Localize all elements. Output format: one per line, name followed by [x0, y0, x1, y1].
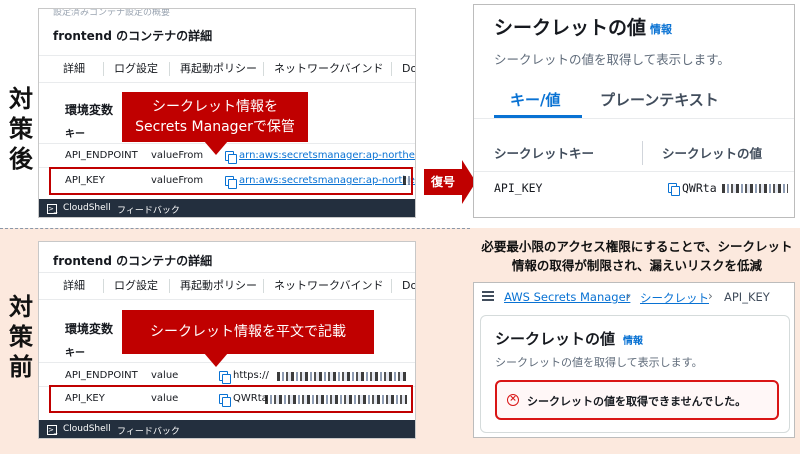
- menu-icon[interactable]: [482, 291, 494, 301]
- env-vars-title: 環境変数: [65, 322, 114, 336]
- tab-network-binding[interactable]: ネットワークバインド: [263, 279, 383, 293]
- console-footer: >_ CloudShell フィードバック: [39, 420, 415, 438]
- page-title: シークレットの値: [495, 330, 616, 348]
- highlight-box: [49, 385, 413, 413]
- tab-details[interactable]: 詳細: [53, 279, 85, 293]
- decode-arrow: 復号: [424, 169, 462, 195]
- info-link[interactable]: 情報: [650, 21, 672, 37]
- secret-value-container: シークレットの値 情報 シークレットの値を取得して表示します。 × シークレット…: [480, 315, 790, 433]
- label-before: 対 策 前: [9, 293, 33, 381]
- env-type: valueFrom: [151, 150, 204, 161]
- tab-plaintext[interactable]: プレーンテキスト: [600, 89, 719, 110]
- tab-docker[interactable]: Doc: [391, 279, 415, 293]
- panel-title: frontend のコンテナの詳細: [53, 29, 213, 43]
- cloudshell-icon[interactable]: >_: [47, 425, 57, 435]
- secret-key-cell: API_KEY: [494, 181, 543, 195]
- cloudshell-link[interactable]: CloudShell: [63, 203, 111, 213]
- feedback-link[interactable]: フィードバック: [117, 203, 180, 216]
- callout-after: シークレット情報を Secrets Managerで保管: [122, 92, 308, 142]
- secret-error-panel: AWS Secrets Manager › シークレット › API_KEY シ…: [473, 282, 795, 438]
- callout-tail: [204, 353, 228, 367]
- panel-top-cut-text: 設定済みコンテナ設定の概要: [53, 8, 171, 18]
- env-key-api-endpoint: API_ENDPOINT: [65, 150, 138, 161]
- env-type: value: [151, 370, 179, 381]
- cloudshell-icon[interactable]: >_: [47, 204, 57, 214]
- tab-network-binding[interactable]: ネットワークバインド: [263, 62, 383, 76]
- tab-restart-policy[interactable]: 再起動ポリシー: [169, 279, 257, 293]
- section-divider: [0, 228, 470, 229]
- copy-icon[interactable]: [668, 183, 680, 196]
- detail-tabs: 詳細 ログ設定 再起動ポリシー ネットワークバインド Doc: [39, 55, 415, 83]
- panel-title: frontend のコンテナの詳細: [53, 254, 213, 268]
- redacted-value: [277, 372, 407, 381]
- breadcrumb-api-key: API_KEY: [724, 290, 770, 304]
- key-column-header: キー: [65, 129, 85, 140]
- console-footer: >_ CloudShell フィードバック: [39, 199, 415, 217]
- secret-value-panel: シークレットの値 情報 シークレットの値を取得して表示します。 キー/値 プレー…: [473, 4, 795, 218]
- page-title: シークレットの値: [494, 17, 647, 39]
- tab-log-settings[interactable]: ログ設定: [103, 62, 158, 76]
- tabs-divider: [474, 118, 794, 119]
- breadcrumb-secrets-manager[interactable]: AWS Secrets Manager: [504, 290, 630, 304]
- env-value: https://: [233, 370, 269, 381]
- row-divider: [474, 171, 794, 172]
- feedback-link[interactable]: フィードバック: [117, 424, 180, 437]
- tab-log-settings[interactable]: ログ設定: [103, 279, 158, 293]
- page-description: シークレットの値を取得して表示します。: [495, 356, 703, 369]
- tab-docker[interactable]: Doc: [391, 62, 415, 76]
- breadcrumb-chevron-icon: ›: [708, 289, 713, 303]
- error-icon: ×: [507, 394, 519, 406]
- cloudshell-link[interactable]: CloudShell: [63, 424, 111, 434]
- tab-details[interactable]: 詳細: [53, 62, 85, 76]
- callout-before: シークレット情報を平文で記載: [122, 310, 374, 354]
- secret-value-cell: QWRta: [682, 181, 717, 195]
- tab-key-value[interactable]: キー/値: [510, 89, 560, 110]
- error-alert: × シークレットの値を取得できませんでした。: [495, 380, 779, 420]
- env-key-api-endpoint: API_ENDPOINT: [65, 370, 138, 381]
- callout-tail: [204, 141, 228, 155]
- copy-icon[interactable]: [219, 371, 231, 384]
- col-secret-key: シークレットキー: [494, 146, 595, 161]
- redacted-value: [722, 184, 788, 193]
- page-description: シークレットの値を取得して表示します。: [494, 52, 730, 67]
- error-message: シークレットの値を取得できませんでした。: [527, 395, 747, 408]
- risk-reduction-message: 必要最小限のアクセス権限にすることで、シークレット 情報の取得が制限され、漏えい…: [481, 239, 793, 273]
- env-vars-title: 環境変数: [65, 103, 114, 117]
- highlight-box: [49, 167, 413, 195]
- detail-tabs: 詳細 ログ設定 再起動ポリシー ネットワークバインド Doc: [39, 272, 415, 300]
- breadcrumb-secrets[interactable]: シークレット: [640, 290, 709, 306]
- info-link[interactable]: 情報: [623, 332, 643, 347]
- col-divider: [642, 141, 643, 165]
- tab-restart-policy[interactable]: 再起動ポリシー: [169, 62, 257, 76]
- breadcrumb-chevron-icon: ›: [626, 289, 631, 303]
- col-secret-value: シークレットの値: [662, 146, 763, 161]
- key-column-header: キー: [65, 348, 85, 359]
- env-value-link[interactable]: arn:aws:secretsmanager:ap-northeast-1:: [239, 150, 415, 161]
- label-after: 対 策 後: [9, 85, 33, 173]
